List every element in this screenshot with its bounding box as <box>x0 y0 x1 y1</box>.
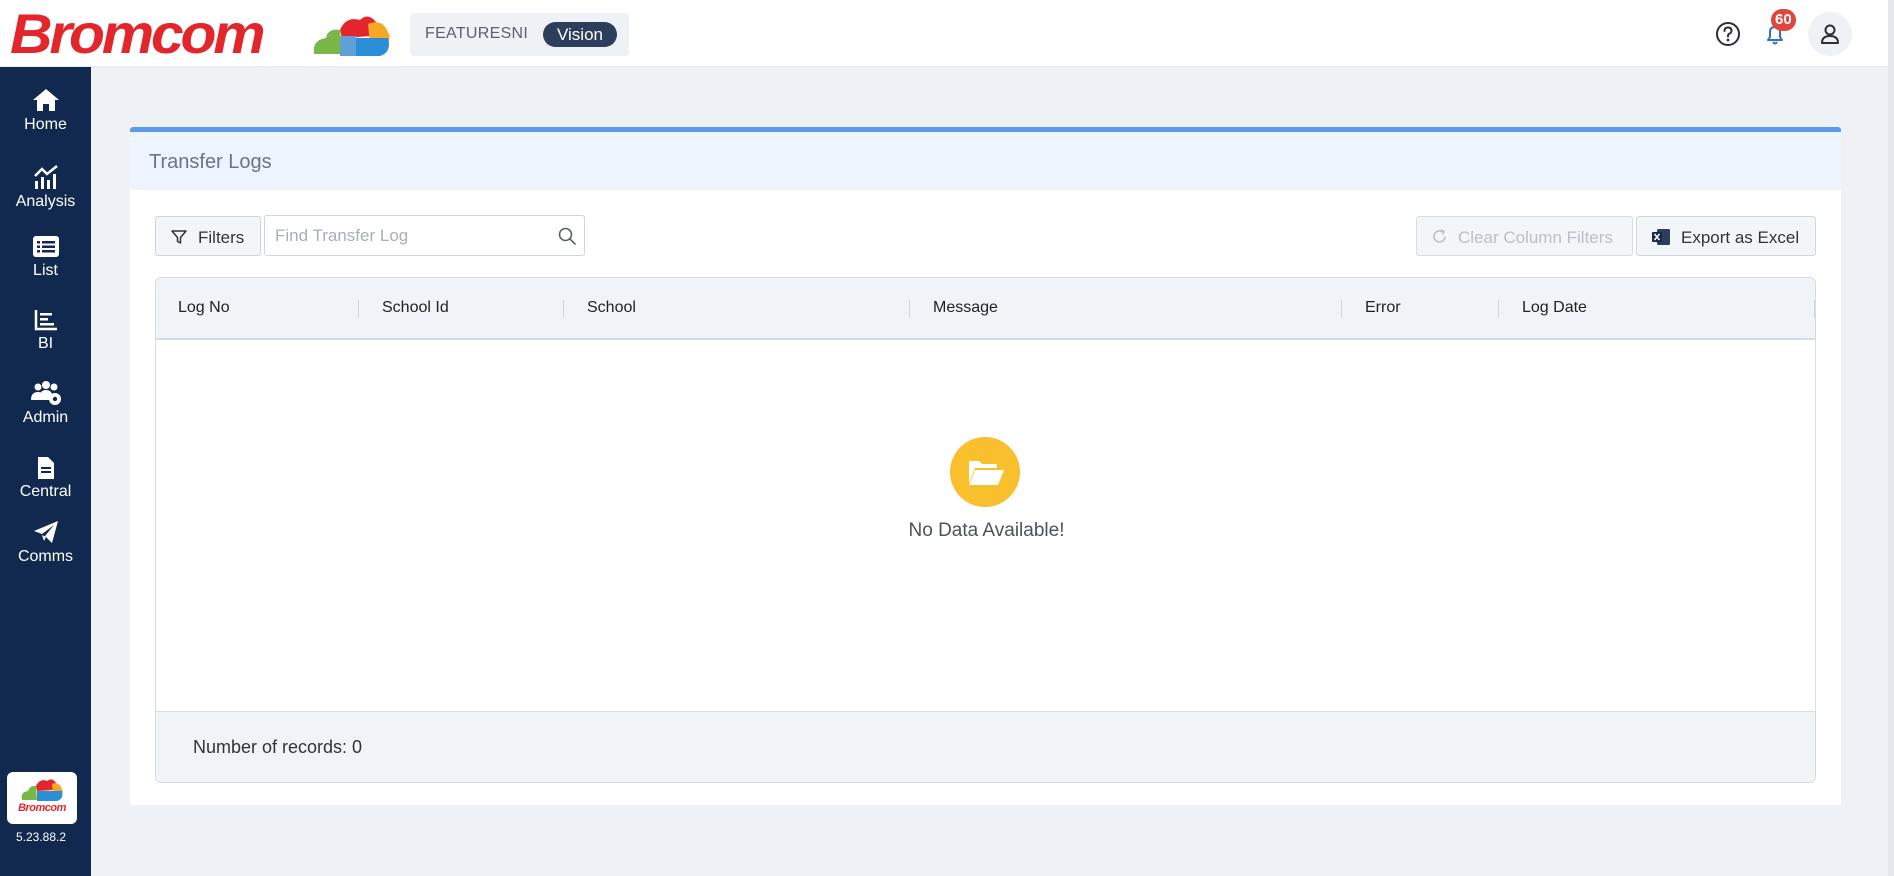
environment-name: FEATURESNI <box>425 25 529 42</box>
table-header: Log No School Id School Message Error Lo… <box>156 278 1815 340</box>
sidebar-item-central[interactable]: Central <box>0 456 91 520</box>
sidebar-item-home[interactable]: Home <box>0 87 91 151</box>
notification-count-badge: 60 <box>1771 9 1796 31</box>
environment-selector[interactable]: FEATURESNI Vision <box>410 13 629 56</box>
search-field[interactable] <box>264 215 585 256</box>
bi-icon <box>34 310 57 331</box>
export-label: Export as Excel <box>1681 228 1800 247</box>
clear-filters-label: Clear Column Filters <box>1458 228 1613 247</box>
user-menu-button[interactable] <box>1808 12 1852 56</box>
column-divider[interactable] <box>1341 300 1342 318</box>
analysis-icon <box>33 165 58 189</box>
user-icon <box>1821 24 1839 44</box>
refresh-icon <box>1433 229 1446 243</box>
column-header-log-date[interactable]: Log Date <box>1522 299 1587 317</box>
clear-column-filters-button[interactable]: Clear Column Filters <box>1416 216 1633 256</box>
search-icon[interactable] <box>557 226 577 246</box>
page-title: Transfer Logs <box>149 151 272 173</box>
page-scrollbar[interactable] <box>1888 0 1894 876</box>
table-footer: Number of records: 0 <box>156 711 1815 782</box>
empty-state-message: No Data Available! <box>908 520 1065 541</box>
side-brand-logo[interactable]: Bromcom <box>7 772 77 824</box>
column-header-school-id[interactable]: School Id <box>382 299 449 317</box>
export-excel-button[interactable]: Export as Excel <box>1636 216 1816 256</box>
column-divider[interactable] <box>909 300 910 318</box>
sidebar-item-comms[interactable]: Comms <box>0 519 91 583</box>
sidebar-item-label: Central <box>19 483 72 500</box>
column-header-school[interactable]: School <box>587 299 636 317</box>
column-divider[interactable] <box>563 300 564 318</box>
send-icon <box>33 521 58 543</box>
sidebar-item-label: BI <box>37 335 54 352</box>
top-header: Bromcom FEATURESNI Vision 60 <box>0 0 1894 67</box>
empty-state-badge <box>950 437 1020 507</box>
filter-icon <box>171 230 187 244</box>
product-badge: Vision <box>543 22 617 47</box>
column-divider[interactable] <box>358 300 359 318</box>
transfer-logs-table: Log No School Id School Message Error Lo… <box>155 277 1816 783</box>
folder-open-icon <box>969 461 1004 485</box>
home-icon <box>32 89 59 111</box>
column-header-message[interactable]: Message <box>933 299 998 317</box>
filters-label: Filters <box>198 228 245 247</box>
sidebar-item-list[interactable]: List <box>0 235 91 299</box>
column-divider[interactable] <box>1498 300 1499 318</box>
bromcom-logo[interactable]: Bromcom <box>10 4 266 64</box>
help-icon[interactable] <box>1712 18 1744 50</box>
column-divider[interactable] <box>1814 300 1815 318</box>
record-count: Number of records: 0 <box>193 737 363 757</box>
search-input[interactable] <box>275 224 545 248</box>
sidebar-item-label: Admin <box>22 409 69 426</box>
sidebar-item-admin[interactable]: Admin <box>0 380 91 444</box>
column-header-error[interactable]: Error <box>1365 299 1401 317</box>
column-header-log-no[interactable]: Log No <box>178 299 230 317</box>
sidebar: Home Analysis List BI Admin Central Comm… <box>0 67 91 876</box>
admin-icon <box>30 381 61 405</box>
excel-icon <box>1652 229 1670 245</box>
app-version: 5.23.88.2 <box>15 830 67 844</box>
sidebar-item-label: Analysis <box>15 193 76 210</box>
document-icon <box>37 457 54 479</box>
filters-button[interactable]: Filters <box>155 216 261 256</box>
cloud-logo-icon <box>21 779 63 801</box>
transfer-logs-panel: Transfer Logs Filters Clear Column Filte… <box>130 127 1841 805</box>
sidebar-item-bi[interactable]: BI <box>0 308 91 372</box>
cloud-logo-icon <box>313 16 390 56</box>
sidebar-item-label: Comms <box>17 548 74 565</box>
list-icon <box>32 236 59 257</box>
sidebar-item-analysis[interactable]: Analysis <box>0 164 91 228</box>
sidebar-item-label: Home <box>24 116 67 133</box>
side-logo-text: Bromcom <box>18 802 66 814</box>
panel-header: Transfer Logs <box>130 132 1841 190</box>
sidebar-item-label: List <box>33 262 58 279</box>
